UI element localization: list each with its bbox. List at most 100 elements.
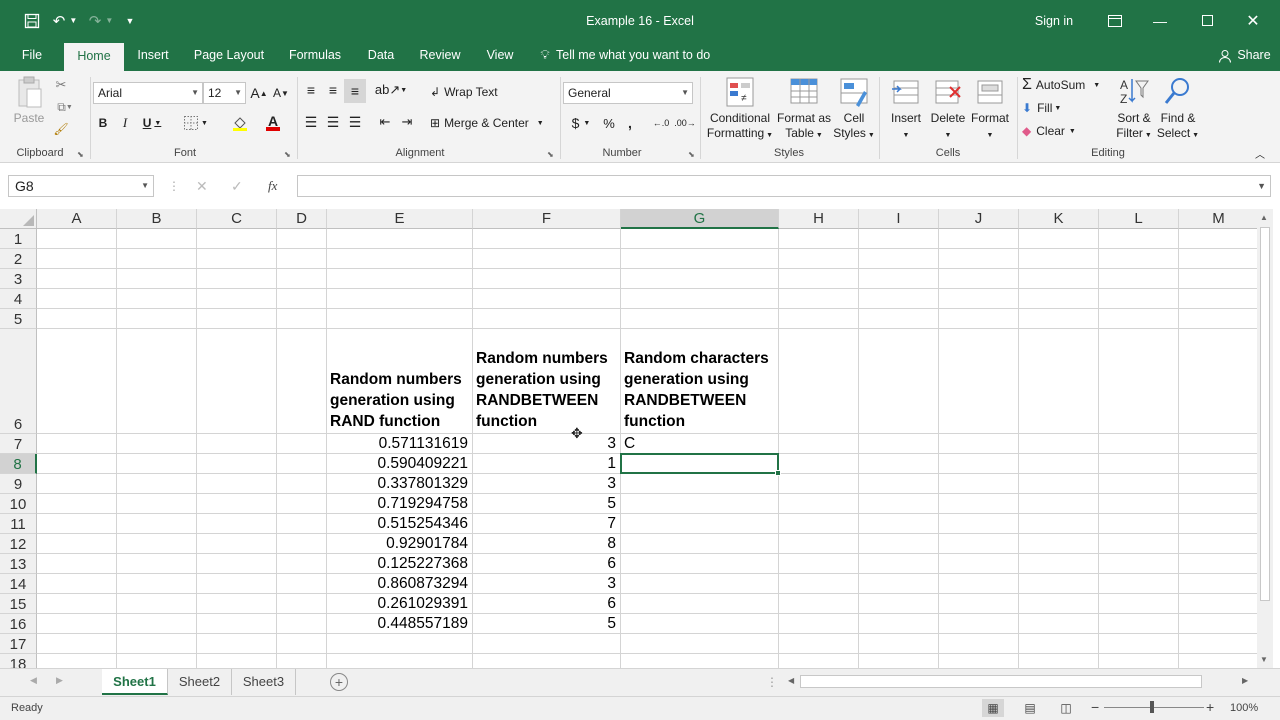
zoom-slider[interactable] bbox=[1104, 707, 1204, 708]
scroll-sheets-left-icon[interactable]: ◀ bbox=[30, 675, 37, 686]
column-header-e[interactable]: E bbox=[327, 209, 473, 229]
row-header-4[interactable]: 4 bbox=[0, 289, 37, 309]
column-header-l[interactable]: L bbox=[1099, 209, 1179, 229]
header-cell-g6[interactable]: Random characters generation using RANDB… bbox=[621, 329, 778, 433]
font-name-select[interactable]: Arial ▼ bbox=[93, 82, 203, 104]
row-header-7[interactable]: 7 bbox=[0, 434, 37, 454]
zoom-out-icon[interactable]: − bbox=[1091, 699, 1099, 715]
decrease-decimal-icon[interactable]: .00→ bbox=[674, 113, 696, 133]
undo-icon[interactable]: ↶ ▼ bbox=[50, 0, 80, 41]
clipboard-launcher-icon[interactable]: ⬊ bbox=[77, 150, 84, 159]
fill-color-icon[interactable] bbox=[225, 113, 255, 133]
cell-e14[interactable]: 0.860873294 bbox=[327, 574, 472, 593]
cell-f9[interactable]: 3 bbox=[473, 474, 620, 493]
cell-e16[interactable]: 0.448557189 bbox=[327, 614, 472, 633]
page-break-view-icon[interactable]: ◫ bbox=[1057, 699, 1075, 717]
underline-button[interactable]: U ▼ bbox=[139, 113, 165, 133]
row-header-13[interactable]: 13 bbox=[0, 554, 37, 574]
decrease-indent-icon[interactable]: ⇤ bbox=[376, 113, 394, 131]
enter-formula-icon[interactable]: ✓ bbox=[231, 178, 243, 195]
increase-decimal-icon[interactable]: ←.0 bbox=[650, 113, 672, 133]
align-middle-icon[interactable]: ≡ bbox=[324, 81, 342, 99]
row-header-1[interactable]: 1 bbox=[0, 229, 37, 249]
cell-f14[interactable]: 3 bbox=[473, 574, 620, 593]
row-header-8[interactable]: 8 bbox=[0, 454, 37, 474]
format-as-table-button[interactable]: Format as Table ▼ bbox=[776, 75, 832, 143]
cell-f7[interactable]: 3 bbox=[473, 434, 620, 453]
cell-e9[interactable]: 0.337801329 bbox=[327, 474, 472, 493]
sort-filter-button[interactable]: AZ Sort & Filter ▼ bbox=[1112, 75, 1156, 143]
cell-f10[interactable]: 5 bbox=[473, 494, 620, 513]
row-header-15[interactable]: 15 bbox=[0, 594, 37, 614]
cut-icon[interactable]: ✂ bbox=[52, 77, 70, 93]
new-sheet-icon[interactable]: + bbox=[330, 673, 348, 691]
tab-view[interactable]: View bbox=[480, 41, 520, 71]
comma-button[interactable]: , bbox=[622, 113, 638, 133]
clear-button[interactable]: ◆ Clear ▼ bbox=[1022, 121, 1092, 141]
row-header-16[interactable]: 16 bbox=[0, 614, 37, 634]
find-select-button[interactable]: Find & Select ▼ bbox=[1156, 75, 1200, 143]
header-cell-e6[interactable]: Random numbers generation using RAND fun… bbox=[327, 329, 472, 433]
row-header-2[interactable]: 2 bbox=[0, 249, 37, 269]
italic-button[interactable]: I bbox=[117, 113, 133, 133]
tell-me-box[interactable]: Tell me what you want to do bbox=[556, 41, 716, 71]
formula-input[interactable]: ▼ bbox=[297, 175, 1271, 197]
align-bottom-icon[interactable]: ≡ bbox=[344, 79, 366, 103]
scroll-left-icon[interactable]: ◀ bbox=[788, 676, 794, 685]
scroll-up-icon[interactable]: ▲ bbox=[1260, 213, 1268, 222]
font-size-select[interactable]: 12 ▼ bbox=[203, 82, 246, 104]
column-header-g[interactable]: G bbox=[621, 209, 779, 229]
cell-g15[interactable] bbox=[621, 594, 778, 613]
row-header-12[interactable]: 12 bbox=[0, 534, 37, 554]
cell-f11[interactable]: 7 bbox=[473, 514, 620, 533]
font-launcher-icon[interactable]: ⬊ bbox=[284, 150, 291, 159]
fill-handle[interactable] bbox=[775, 470, 781, 476]
sheet-tab-sheet1[interactable]: Sheet1 bbox=[102, 669, 168, 695]
scroll-sheets-right-icon[interactable]: ▶ bbox=[56, 675, 63, 686]
share-button[interactable]: Share bbox=[1236, 41, 1272, 71]
cell-e11[interactable]: 0.515254346 bbox=[327, 514, 472, 533]
align-left-icon[interactable]: ☰ bbox=[302, 113, 320, 131]
cell-g12[interactable] bbox=[621, 534, 778, 553]
format-cells-button[interactable]: Format ▼ bbox=[968, 75, 1012, 143]
name-box[interactable]: G8 ▼ bbox=[8, 175, 154, 197]
close-icon[interactable]: ✕ bbox=[1243, 0, 1263, 41]
zoom-level[interactable]: 100% bbox=[1230, 702, 1258, 714]
cell-g7[interactable]: C bbox=[621, 434, 778, 453]
align-center-icon[interactable]: ☰ bbox=[324, 113, 342, 131]
cell-e10[interactable]: 0.719294758 bbox=[327, 494, 472, 513]
scroll-down-icon[interactable]: ▼ bbox=[1260, 655, 1268, 664]
cancel-formula-icon[interactable]: ✕ bbox=[196, 178, 208, 195]
row-header-14[interactable]: 14 bbox=[0, 574, 37, 594]
tab-split-grip[interactable]: ⋮ bbox=[766, 675, 778, 689]
column-header-d[interactable]: D bbox=[277, 209, 327, 229]
cell-f12[interactable]: 8 bbox=[473, 534, 620, 553]
column-header-h[interactable]: H bbox=[779, 209, 859, 229]
tab-home[interactable]: Home bbox=[64, 43, 124, 71]
ribbon-display-options-icon[interactable] bbox=[1105, 0, 1125, 41]
zoom-in-icon[interactable]: + bbox=[1206, 699, 1214, 715]
normal-view-icon[interactable]: ▦ bbox=[982, 699, 1004, 717]
cell-g9[interactable] bbox=[621, 474, 778, 493]
tab-review[interactable]: Review bbox=[416, 41, 464, 71]
cell-g11[interactable] bbox=[621, 514, 778, 533]
row-header-10[interactable]: 10 bbox=[0, 494, 37, 514]
row-header-18[interactable]: 18 bbox=[0, 654, 37, 668]
sign-in-link[interactable]: Sign in bbox=[1028, 0, 1080, 41]
cell-g14[interactable] bbox=[621, 574, 778, 593]
font-color-icon[interactable]: A bbox=[258, 113, 288, 133]
cell-f8[interactable]: 1 bbox=[473, 454, 620, 473]
select-all-corner[interactable] bbox=[0, 209, 37, 229]
horizontal-scroll-thumb[interactable] bbox=[800, 675, 1202, 688]
currency-button[interactable]: $ ▼ bbox=[566, 113, 596, 133]
maximize-icon[interactable] bbox=[1197, 0, 1217, 41]
column-header-k[interactable]: K bbox=[1019, 209, 1099, 229]
expand-formula-bar-icon[interactable]: ▼ bbox=[1257, 176, 1266, 196]
sheet-tab-sheet3[interactable]: Sheet3 bbox=[232, 669, 296, 695]
cell-f15[interactable]: 6 bbox=[473, 594, 620, 613]
fill-button[interactable]: ⬇ Fill ▼ bbox=[1022, 98, 1092, 118]
shrink-font-button[interactable]: A ▼ bbox=[272, 83, 290, 103]
cell-g10[interactable] bbox=[621, 494, 778, 513]
tab-page-layout[interactable]: Page Layout bbox=[190, 41, 268, 71]
row-header-9[interactable]: 9 bbox=[0, 474, 37, 494]
